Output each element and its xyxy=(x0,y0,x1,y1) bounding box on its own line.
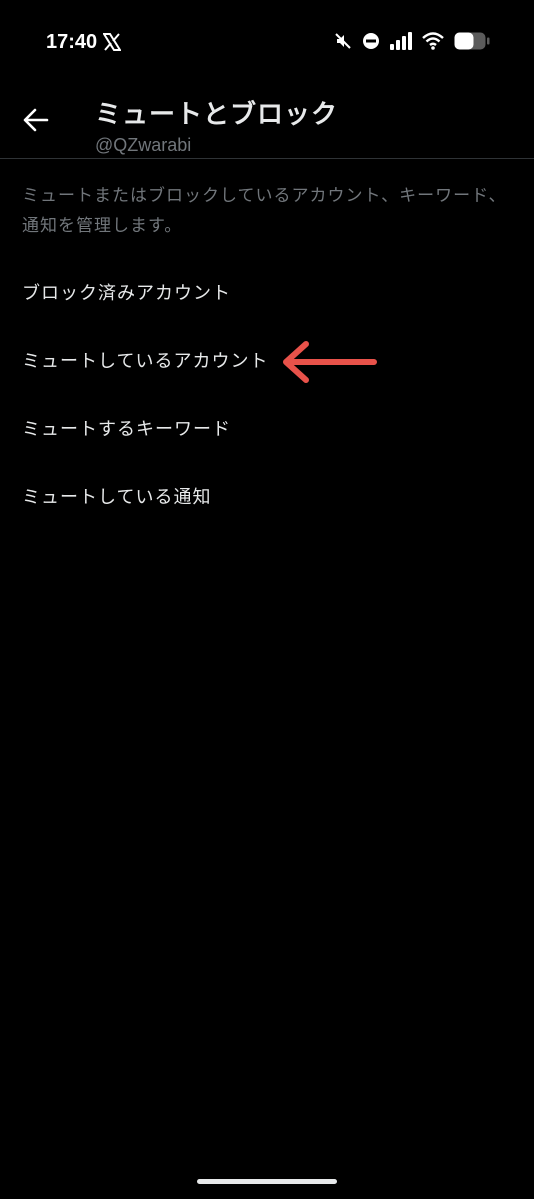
home-indicator xyxy=(197,1179,337,1184)
x-logo-icon xyxy=(102,33,122,51)
menu-item-muted-notifications[interactable]: ミュートしている通知 xyxy=(0,462,534,530)
page-subtitle: @QZwarabi xyxy=(95,135,192,155)
battery-icon xyxy=(454,32,490,54)
status-icons xyxy=(334,32,490,54)
dnd-icon xyxy=(362,32,380,54)
menu-item-muted-accounts[interactable]: ミュートしているアカウント xyxy=(0,326,534,394)
menu-item-muted-keywords[interactable]: ミュートするキーワード xyxy=(0,394,534,462)
status-bar: 17:40 xyxy=(0,0,534,88)
back-button[interactable] xyxy=(20,106,52,138)
menu-item-label: ミュートしているアカウント xyxy=(22,351,269,372)
mute-icon xyxy=(334,32,352,54)
menu-item-label: ブロック済みアカウント xyxy=(22,283,231,304)
page-title: ミュートとブロック xyxy=(95,100,339,130)
red-arrow-annotation xyxy=(280,336,380,386)
menu-item-blocked-accounts[interactable]: ブロック済みアカウント xyxy=(0,258,534,326)
status-time: 17:40 xyxy=(46,31,98,53)
description-text: ミュートまたはブロックしているアカウント、キーワード、通知を管理します。 xyxy=(22,186,507,236)
wifi-icon xyxy=(422,32,444,54)
signal-icon xyxy=(390,32,412,54)
back-arrow-icon xyxy=(23,108,49,136)
menu-item-label: ミュートするキーワード xyxy=(22,419,231,440)
menu-item-label: ミュートしている通知 xyxy=(22,487,212,508)
menu-list: ブロック済みアカウント ミュートしているアカウント ミュートするキーワード ミュ… xyxy=(0,258,534,530)
header: ミュートとブロック @QZwarabi xyxy=(0,88,534,159)
